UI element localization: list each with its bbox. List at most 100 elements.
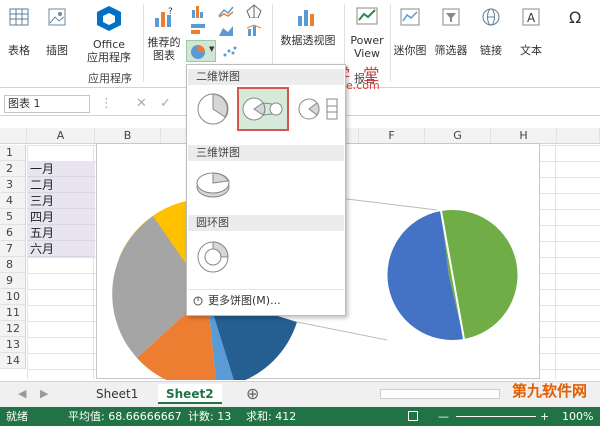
table-icon <box>9 8 29 26</box>
link-button[interactable]: 链接 <box>474 6 508 57</box>
svg-text:A: A <box>527 11 536 25</box>
illustration-label: 插图 <box>46 44 68 57</box>
status-ready: 就绪 <box>6 410 28 423</box>
brand-watermark: 第九软件网 <box>512 382 588 400</box>
section-2d-pie: 二维饼图 <box>188 69 344 85</box>
pie-3d-icon[interactable] <box>193 165 235 205</box>
more-pie-charts[interactable]: 更多饼图(M)... <box>188 289 344 311</box>
scatter-chart-icon[interactable] <box>222 44 238 58</box>
area-chart-icon[interactable] <box>218 22 234 36</box>
section-donut: 圆环图 <box>188 215 344 231</box>
pivot-chart-icon <box>298 10 314 26</box>
sparkline-button[interactable]: 迷你图 <box>392 6 428 57</box>
pie-2d-icon[interactable] <box>193 89 233 129</box>
status-bar: 就绪 平均值: 68.66666667 计数: 13 求和: 412 — + 1… <box>0 407 600 426</box>
row-header[interactable]: 2 <box>0 161 26 177</box>
zoom-level[interactable]: 100% <box>562 407 593 426</box>
row-header[interactable]: 13 <box>0 337 26 353</box>
filter-icon <box>442 8 460 26</box>
sheet-tab-active[interactable]: Sheet2 <box>158 384 222 404</box>
pie-chart-icon <box>191 45 205 59</box>
symbol-button[interactable]: Ω <box>556 6 596 34</box>
column-header[interactable]: H <box>491 128 557 144</box>
hierarchy-chart-icon[interactable] <box>190 22 206 36</box>
row-header[interactable]: 11 <box>0 305 26 321</box>
cell-a6[interactable]: 五月 <box>27 225 95 241</box>
enter-icon[interactable]: ✓ <box>160 96 171 111</box>
horizontal-scrollbar[interactable] <box>380 389 500 399</box>
row-header[interactable]: 8 <box>0 257 26 273</box>
bar-of-pie-icon[interactable] <box>295 89 341 129</box>
table-button[interactable]: 表格 <box>4 6 34 57</box>
row-header[interactable]: 3 <box>0 177 26 193</box>
symbol-icon: Ω <box>569 8 581 27</box>
combo-chart-icon[interactable] <box>246 22 262 36</box>
pivot-chart-label: 数据透视图 <box>280 34 336 47</box>
text-label: 文本 <box>520 44 542 57</box>
picture-icon <box>48 8 66 26</box>
power-view-label: Power View <box>350 34 384 60</box>
pivot-chart-button[interactable]: 数据透视图 <box>276 6 340 47</box>
pie-of-pie-icon <box>242 97 283 121</box>
cell-a2[interactable]: 一月 <box>27 161 95 177</box>
zoom-out-icon[interactable]: — <box>438 407 449 426</box>
sparkline-label: 迷你图 <box>393 44 427 57</box>
row-header[interactable]: 12 <box>0 321 26 337</box>
more-pie-charts-label: 更多饼图(M)... <box>208 294 281 307</box>
column-header[interactable]: B <box>95 128 161 144</box>
sheet-tab[interactable]: Sheet1 <box>88 384 146 404</box>
filter-label: 筛选器 <box>434 44 468 57</box>
excel-window: 表格 插图 Office 应用程序 应用程序 ? 推荐的 图表 ▼ 数据透视图 … <box>0 0 600 426</box>
sparkline-icon <box>400 8 420 26</box>
row-header[interactable]: 5 <box>0 209 26 225</box>
pie-of-pie-option[interactable] <box>237 87 289 131</box>
pie-chart-dropdown-button[interactable]: ▼ <box>186 40 216 62</box>
connector-line <box>296 321 388 341</box>
ribbon-separator <box>390 4 391 82</box>
add-sheet-icon[interactable]: ⊕ <box>246 384 259 403</box>
row-header[interactable]: 10 <box>0 289 26 305</box>
column-header <box>557 128 600 144</box>
row-header[interactable]: 1 <box>0 145 26 161</box>
cancel-icon[interactable]: ✕ <box>136 96 147 111</box>
link-label: 链接 <box>480 44 502 57</box>
illustration-button[interactable]: 插图 <box>42 6 72 57</box>
office-apps-icon <box>97 6 121 31</box>
select-all-corner[interactable] <box>0 128 27 144</box>
row-header[interactable]: 9 <box>0 273 26 289</box>
text-button[interactable]: A 文本 <box>514 6 548 57</box>
more-options-icon[interactable]: ⋮ <box>100 96 113 111</box>
filter-button[interactable]: 筛选器 <box>430 6 472 57</box>
column-chart-icon[interactable] <box>190 4 206 18</box>
cell-a5[interactable]: 四月 <box>27 209 95 225</box>
cell-a7[interactable]: 六月 <box>27 241 95 257</box>
normal-view-icon[interactable] <box>408 411 418 421</box>
office-apps-button[interactable]: Office 应用程序 <box>80 4 138 64</box>
name-box[interactable]: 图表 1 <box>4 95 90 113</box>
column-header[interactable]: G <box>425 128 491 144</box>
zoom-in-icon[interactable]: + <box>540 407 549 426</box>
column-header[interactable]: A <box>27 128 95 144</box>
cell-a4[interactable]: 三月 <box>27 193 95 209</box>
radar-chart-icon[interactable] <box>246 4 262 18</box>
row-header[interactable]: 14 <box>0 353 26 369</box>
cell-a3[interactable]: 二月 <box>27 177 95 193</box>
group-apps-label: 应用程序 <box>88 72 132 85</box>
scroll-left-icon[interactable]: ◀ <box>18 387 26 400</box>
scroll-right-icon[interactable]: ▶ <box>40 387 48 400</box>
svg-text:?: ? <box>168 7 173 17</box>
status-sum: 求和: 412 <box>246 410 297 423</box>
power-view-icon <box>356 7 378 25</box>
row-header[interactable]: 7 <box>0 241 26 257</box>
row-header[interactable]: 6 <box>0 225 26 241</box>
donut-icon[interactable] <box>193 237 233 277</box>
power-view-button[interactable]: Power View <box>346 6 388 60</box>
row-header[interactable]: 4 <box>0 193 26 209</box>
chevron-down-icon: ▼ <box>209 45 215 53</box>
zoom-slider[interactable] <box>456 416 536 417</box>
line-chart-icon[interactable] <box>218 4 234 18</box>
ribbon-separator <box>143 4 144 82</box>
recommended-charts-button[interactable]: ? 推荐的 图表 <box>146 6 182 62</box>
column-header[interactable]: F <box>359 128 425 144</box>
status-average: 平均值: 68.66666667 <box>68 410 182 423</box>
